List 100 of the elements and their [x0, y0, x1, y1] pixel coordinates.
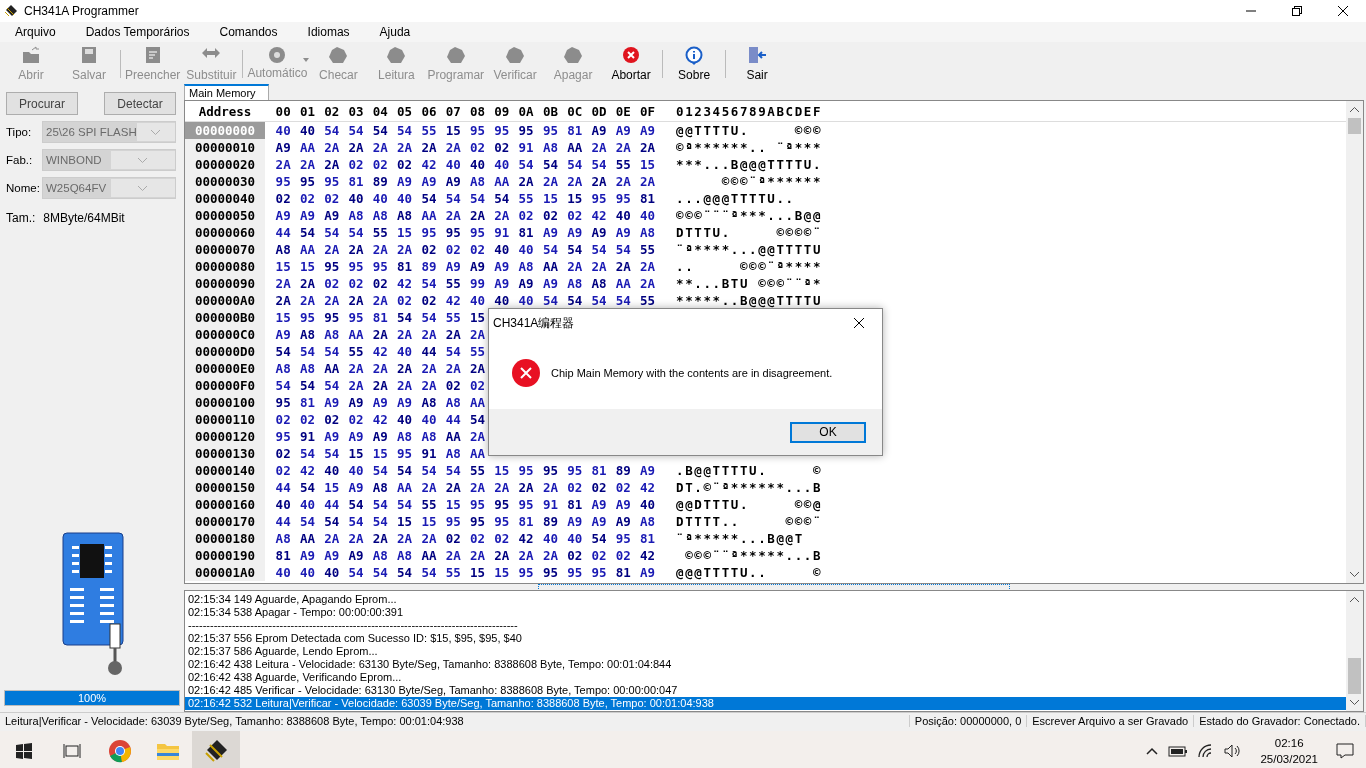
hex-byte-cell-text: 2A — [566, 259, 584, 274]
panel-button[interactable]: Detectar — [104, 92, 176, 115]
address-cell[interactable]: 00000120 — [185, 428, 265, 445]
hex-byte-cell-text: A9 — [541, 276, 559, 291]
menu-item[interactable]: Comandos — [204, 22, 293, 42]
address-cell[interactable]: 00000030 — [185, 173, 265, 190]
scroll-thumb[interactable] — [1348, 658, 1361, 694]
address-cell[interactable]: 000001A0 — [185, 564, 265, 581]
menu-item[interactable]: Dados Temporários — [70, 22, 205, 42]
hex-byte-cell-text: 2A — [420, 378, 438, 393]
toolbar-button[interactable]: Sair — [728, 42, 787, 84]
hex-byte-cell-text: A8 — [371, 548, 389, 563]
hex-byte-cell-text: 55 — [639, 242, 657, 257]
log-line[interactable]: 02:16:42 438 Aguarde, Verificando Eprom... — [185, 671, 1346, 684]
address-cell[interactable]: 00000020 — [185, 156, 265, 173]
address-cell[interactable]: 00000010 — [185, 139, 265, 156]
hex-byte-cell-text: 55 — [420, 497, 438, 512]
address-cell[interactable]: 00000050 — [185, 207, 265, 224]
speaker-icon[interactable] — [1224, 744, 1243, 758]
hex-byte-cell-text: A9 — [274, 327, 292, 342]
hex-byte-cell-text: 2A — [639, 259, 657, 274]
toolbar-button[interactable]: Sobre — [665, 42, 724, 84]
hex-byte-cell-text: 02 — [493, 140, 511, 155]
hex-byte-cell-text: 54 — [396, 123, 414, 138]
scrollbar[interactable] — [1346, 591, 1363, 711]
log-line[interactable]: 02:15:37 556 Eprom Detectada com Sucesso ID: $15, $95, $95, $40 — [185, 632, 1346, 645]
panel-button[interactable]: Procurar — [6, 92, 78, 115]
hex-byte-cell-text: A9 — [347, 548, 365, 563]
address-cell[interactable]: 000000D0 — [185, 343, 265, 360]
address-cell[interactable]: 00000160 — [185, 496, 265, 513]
battery-icon[interactable] — [1168, 745, 1189, 757]
hex-byte-cell-text: 54 — [323, 123, 341, 138]
scroll-down-icon[interactable] — [1350, 572, 1359, 577]
hex-byte-cell-text: 54 — [590, 157, 608, 172]
address-cell[interactable]: 000000F0 — [185, 377, 265, 394]
hex-byte-cell-text: 95 — [274, 429, 292, 444]
menu-item[interactable]: Idiomas — [292, 22, 365, 42]
log-line[interactable]: 02:15:37 586 Aguarde, Lendo Eprom... — [185, 645, 1346, 658]
hex-byte-cell-text: 54 — [298, 344, 316, 359]
folder-icon — [156, 741, 180, 761]
address-cell[interactable]: 000000B0 — [185, 309, 265, 326]
hex-byte-cell-text: A8 — [371, 208, 389, 223]
hex-byte-cell-text: 95 — [274, 395, 292, 410]
log-line[interactable]: ------------------------------------------------------------------------------------------ — [185, 619, 1346, 632]
tab[interactable]: Main Memory — [184, 84, 269, 100]
hex-byte-cell-text: 02 — [396, 293, 414, 308]
hex-byte-cell-text: 2A — [396, 140, 414, 155]
hex-byte-cell-text: 54 — [469, 412, 487, 427]
address-cell[interactable]: 00000090 — [185, 275, 265, 292]
address-cell[interactable]: 00000080 — [185, 258, 265, 275]
address-cell[interactable]: 00000100 — [185, 394, 265, 411]
address-cell[interactable]: 00000170 — [185, 513, 265, 530]
scroll-up-icon[interactable] — [1350, 597, 1359, 602]
hex-byte-cell-text: AA — [541, 259, 559, 274]
log-line[interactable]: 02:15:34 149 Aguarde, Apagando Eprom... — [185, 593, 1346, 606]
address-cell[interactable]: 00000190 — [185, 547, 265, 564]
hex-byte-cell-text: 40 — [493, 242, 511, 257]
notification-icon[interactable] — [1336, 743, 1354, 759]
scroll-down-icon[interactable] — [1350, 700, 1359, 705]
hex-byte-cell-text: A8 — [323, 327, 341, 342]
scroll-up-icon[interactable] — [1350, 107, 1359, 112]
hex-byte-cell-text: AA — [444, 429, 462, 444]
address-cell[interactable]: 00000070 — [185, 241, 265, 258]
address-cell[interactable]: 00000150 — [185, 479, 265, 496]
clock-time[interactable]: 02:16 — [1274, 735, 1304, 751]
log-line[interactable]: 02:15:34 538 Apagar - Tempo: 00:00:00:391 — [185, 606, 1346, 619]
hex-byte-cell-text: 54 — [541, 157, 559, 172]
hex-byte-cell-text: AA — [396, 480, 414, 495]
ok-button[interactable]: OK — [790, 421, 866, 443]
address-cell[interactable]: 000000E0 — [185, 360, 265, 377]
hex-byte-cell-text: 2A — [590, 174, 608, 189]
hex-byte-cell-text: 81 — [517, 514, 535, 529]
scroll-thumb[interactable] — [1348, 118, 1361, 134]
address-cell[interactable]: 00000040 — [185, 190, 265, 207]
hex-byte-cell-text: 54 — [444, 191, 462, 206]
clock-date[interactable]: 25/03/2021 — [1260, 751, 1318, 767]
log-line[interactable]: 02:16:42 485 Verificar - Velocidade: 63130 Byte/Seg, Tamanho: 8388608 Byte, Tempo: 00:00:00:047 — [185, 684, 1346, 697]
taskbar-app[interactable] — [192, 731, 240, 768]
hex-byte-cell-text: A9 — [347, 480, 365, 495]
log-line[interactable]: 02:16:42 438 Leitura - Velocidade: 63130 Byte/Seg, Tamanho: 8388608 Byte, Tempo: 00:01:04:844 — [185, 658, 1346, 671]
hex-byte-cell-text: 89 — [541, 514, 559, 529]
scrollbar[interactable] — [1346, 101, 1363, 583]
menu-item[interactable]: Ajuda — [364, 22, 426, 42]
menu-item[interactable]: Arquivo — [0, 22, 71, 42]
address-cell[interactable]: 00000060 — [185, 224, 265, 241]
address-cell[interactable]: 00000110 — [185, 411, 265, 428]
hex-byte-cell-text: 42 — [371, 344, 389, 359]
address-cell[interactable]: 000000A0 — [185, 292, 265, 309]
address-cell[interactable]: 00000180 — [185, 530, 265, 547]
hex-byte-cell-text: 55 — [614, 157, 632, 172]
hex-byte-cell-text: 2A — [469, 361, 487, 376]
hex-byte-cell-text: A8 — [469, 174, 487, 189]
hex-byte-cell-text: 2A — [347, 242, 365, 257]
address-cell[interactable]: 00000130 — [185, 445, 265, 462]
toolbar-button[interactable]: Abortar — [602, 42, 661, 84]
address-cell[interactable]: 00000140 — [185, 462, 265, 479]
address-cell[interactable]: 000000C0 — [185, 326, 265, 343]
hex-byte-cell-text: 02 — [274, 463, 292, 478]
chevron-up-icon[interactable] — [1146, 747, 1159, 755]
hex-byte-cell-text: 2A — [444, 480, 462, 495]
